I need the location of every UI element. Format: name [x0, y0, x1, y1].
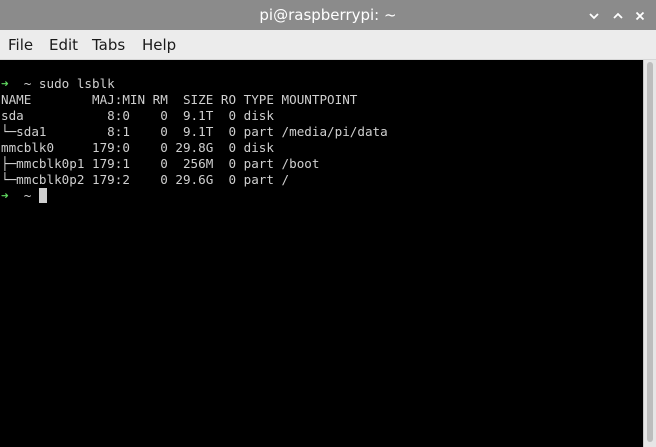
menu-bar: File Edit Tabs Help: [0, 30, 656, 60]
output-line: sda 8:0 0 9.1T 0 disk: [1, 108, 274, 123]
minimize-button[interactable]: [582, 0, 606, 30]
output-line: NAME MAJ:MIN RM SIZE RO TYPE MOUNTPOINT: [1, 92, 358, 107]
prompt-arrow-icon: ➜: [1, 76, 9, 91]
menu-file[interactable]: File: [8, 30, 33, 60]
output-line: └─sda1 8:1 0 9.1T 0 part /media/pi/data: [1, 124, 388, 139]
menu-edit[interactable]: Edit: [49, 30, 78, 60]
scrollbar-thumb[interactable]: [647, 62, 653, 442]
close-icon: [634, 5, 646, 24]
current-prompt-line: ➜ ~: [1, 188, 643, 204]
title-bar: pi@raspberrypi: ~: [0, 0, 656, 30]
terminal-output[interactable]: ➜ ~ sudo lsblk NAME MAJ:MIN RM SIZE RO T…: [0, 60, 643, 447]
current-prompt-text: ~: [8, 188, 39, 203]
output-line: └─mmcblk0p2 179:2 0 29.6G 0 part /: [1, 172, 290, 187]
command-text: ~ sudo lsblk: [8, 76, 115, 91]
window-title: pi@raspberrypi: ~: [259, 6, 397, 24]
prompt-arrow-icon: ➜: [1, 188, 9, 203]
chevron-down-icon: [588, 5, 600, 24]
chevron-up-icon: [612, 5, 624, 24]
close-button[interactable]: [628, 0, 652, 30]
menu-help[interactable]: Help: [142, 30, 176, 60]
menu-tabs[interactable]: Tabs: [92, 30, 125, 60]
text-cursor: [38, 188, 47, 203]
output-line: ├─mmcblk0p1 179:1 0 256M 0 part /boot: [1, 156, 320, 171]
command-line: ➜ ~ sudo lsblk: [1, 76, 643, 92]
vertical-scrollbar[interactable]: [643, 60, 656, 447]
output-line: mmcblk0 179:0 0 29.8G 0 disk: [1, 140, 274, 155]
maximize-button[interactable]: [606, 0, 630, 30]
